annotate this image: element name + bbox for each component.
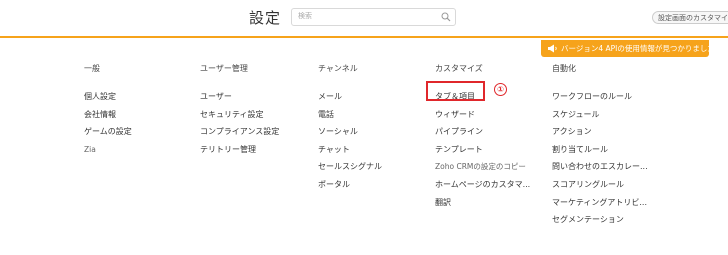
column-channels: チャンネル メール 電話 ソーシャル チャット セールスシグナル ポータル xyxy=(318,64,438,197)
menu-item-personal-settings[interactable]: 個人設定 xyxy=(84,91,204,109)
column-header: カスタマイズ xyxy=(435,64,483,73)
menu-item-zia[interactable]: Zia xyxy=(84,144,204,162)
menu-item-marketing-attribution[interactable]: マーケティングアトリビ... xyxy=(552,197,672,215)
menu-item-sales-signals[interactable]: セールスシグナル xyxy=(318,161,438,179)
search-input[interactable]: 検索 xyxy=(291,8,456,26)
column-automation: 自動化 ワークフローのルール スケジュール アクション 割り当てルール 問い合わ… xyxy=(552,64,672,232)
column-header: チャンネル xyxy=(318,64,358,73)
menu-item-security-settings[interactable]: セキュリティ設定 xyxy=(200,109,320,127)
menu-item-game-settings[interactable]: ゲームの設定 xyxy=(84,126,204,144)
menu-item-schedules[interactable]: スケジュール xyxy=(552,109,672,127)
step-marker: ① xyxy=(494,83,507,96)
menu-item-actions[interactable]: アクション xyxy=(552,126,672,144)
menu-item-copy-crm-settings[interactable]: Zoho CRMの設定のコピー xyxy=(435,161,555,179)
menu-item-email[interactable]: メール xyxy=(318,91,438,109)
menu-item-translation[interactable]: 翻訳 xyxy=(435,197,555,215)
column-user-management: ユーザー管理 ユーザー セキュリティ設定 コンプライアンス設定 テリトリー管理 xyxy=(200,64,320,161)
column-general: 一般 個人設定 会社情報 ゲームの設定 Zia xyxy=(84,64,204,161)
menu-item-pipelines[interactable]: パイプライン xyxy=(435,126,555,144)
menu-item-home-customization[interactable]: ホームページのカスタマ... xyxy=(435,179,555,197)
page-title: 設定 xyxy=(249,9,282,27)
menu-item-portals[interactable]: ポータル xyxy=(318,179,438,197)
menu-item-workflow-rules[interactable]: ワークフローのルール xyxy=(552,91,672,109)
menu-item-scoring-rules[interactable]: スコアリングルール xyxy=(552,179,672,197)
search-icon[interactable] xyxy=(441,12,451,22)
settings-header: 設定 検索 設定画面のカスタマイズ xyxy=(0,0,728,38)
search-placeholder: 検索 xyxy=(298,12,312,20)
menu-item-compliance-settings[interactable]: コンプライアンス設定 xyxy=(200,126,320,144)
menu-item-case-escalation[interactable]: 問い合わせのエスカレー... xyxy=(552,161,672,179)
column-header: 一般 xyxy=(84,64,100,73)
menu-item-templates[interactable]: テンプレート xyxy=(435,144,555,162)
megaphone-icon xyxy=(548,44,557,53)
menu-item-assignment-rules[interactable]: 割り当てルール xyxy=(552,144,672,162)
column-header: ユーザー管理 xyxy=(200,64,248,73)
menu-item-company-info[interactable]: 会社情報 xyxy=(84,109,204,127)
menu-item-segmentation[interactable]: セグメンテーション xyxy=(552,214,672,232)
menu-item-users[interactable]: ユーザー xyxy=(200,91,320,109)
menu-item-territory-management[interactable]: テリトリー管理 xyxy=(200,144,320,162)
highlight-box xyxy=(426,81,485,101)
notice-text: バージョン4 APIの使用情報が見つかりました xyxy=(561,44,709,53)
menu-item-wizards[interactable]: ウィザード xyxy=(435,109,555,127)
column-header: 自動化 xyxy=(552,64,576,73)
menu-item-social[interactable]: ソーシャル xyxy=(318,126,438,144)
customize-settings-button[interactable]: 設定画面のカスタマイズ xyxy=(652,11,728,24)
api-usage-notice[interactable]: バージョン4 APIの使用情報が見つかりました xyxy=(541,40,709,57)
menu-item-chat[interactable]: チャット xyxy=(318,144,438,162)
menu-item-phone[interactable]: 電話 xyxy=(318,109,438,127)
